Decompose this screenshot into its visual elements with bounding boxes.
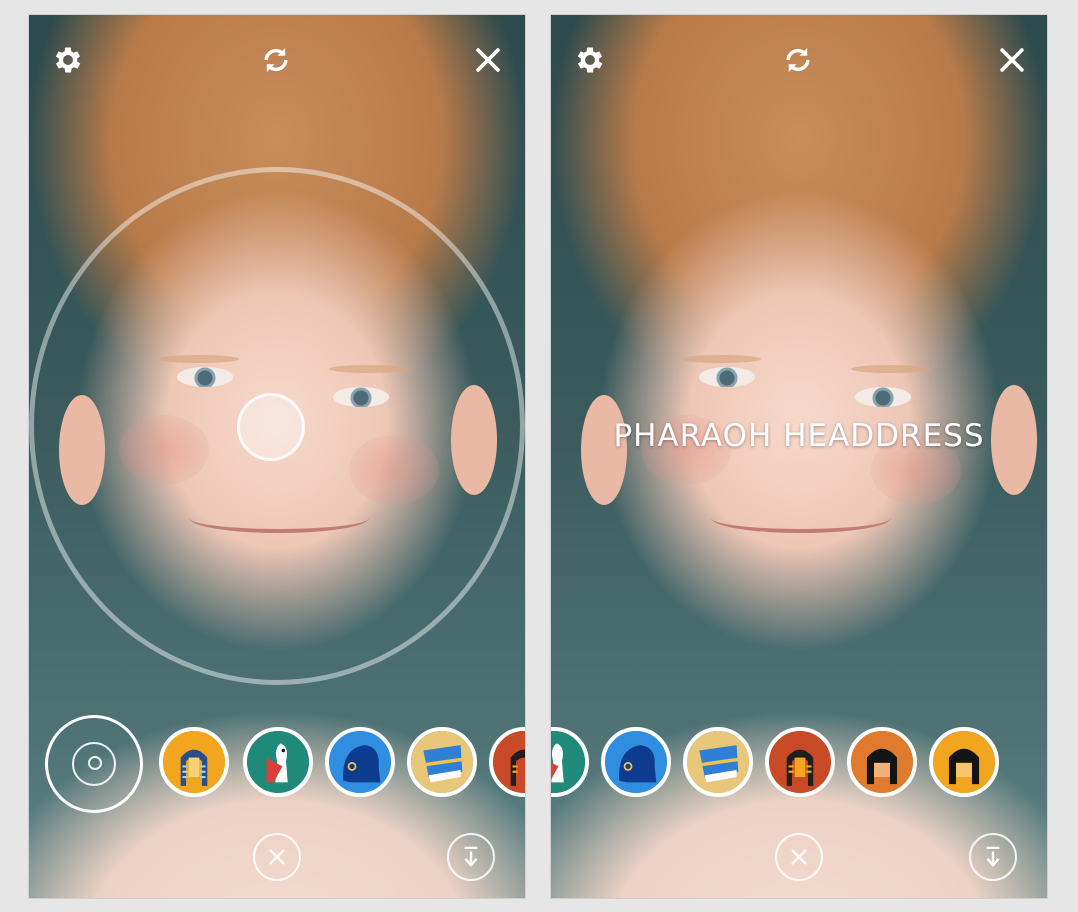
cancel-circle-icon[interactable]	[253, 833, 301, 881]
gear-icon[interactable]	[573, 43, 607, 77]
cancel-circle-icon[interactable]	[775, 833, 823, 881]
capture-button[interactable]	[45, 715, 143, 813]
download-icon[interactable]	[447, 833, 495, 881]
eye	[855, 387, 911, 407]
filter-red-pharaoh[interactable]	[489, 727, 525, 797]
filter-nefertiti-crown[interactable]	[407, 727, 477, 797]
mouth	[711, 503, 891, 533]
filter-black-wig-orange[interactable]	[847, 727, 917, 797]
filter-white-bird[interactable]	[243, 727, 313, 797]
filter-black-wig-yellow[interactable]	[929, 727, 999, 797]
focus-ring-inner[interactable]	[237, 393, 305, 461]
filter-white-bird[interactable]	[551, 727, 589, 797]
filter-red-pharaoh[interactable]	[765, 727, 835, 797]
camera-lens-icon	[88, 756, 102, 770]
filter-pharaoh-headdress[interactable]	[159, 727, 229, 797]
nose	[763, 455, 823, 495]
filter-nefertiti-crown[interactable]	[683, 727, 753, 797]
download-icon[interactable]	[969, 833, 1017, 881]
brow	[851, 365, 931, 373]
close-icon[interactable]	[995, 43, 1029, 77]
camera-flip-icon[interactable]	[781, 43, 815, 77]
eye	[699, 367, 755, 387]
gear-icon[interactable]	[51, 43, 85, 77]
filter-blue-crown[interactable]	[601, 727, 671, 797]
camera-screen-right: PHARAOH HEADDRESS	[550, 14, 1048, 899]
filter-caption: PHARAOH HEADDRESS	[613, 418, 985, 454]
close-icon[interactable]	[471, 43, 505, 77]
camera-flip-icon[interactable]	[259, 43, 293, 77]
brow	[681, 355, 761, 363]
camera-screen-left	[28, 14, 526, 899]
filter-blue-crown[interactable]	[325, 727, 395, 797]
